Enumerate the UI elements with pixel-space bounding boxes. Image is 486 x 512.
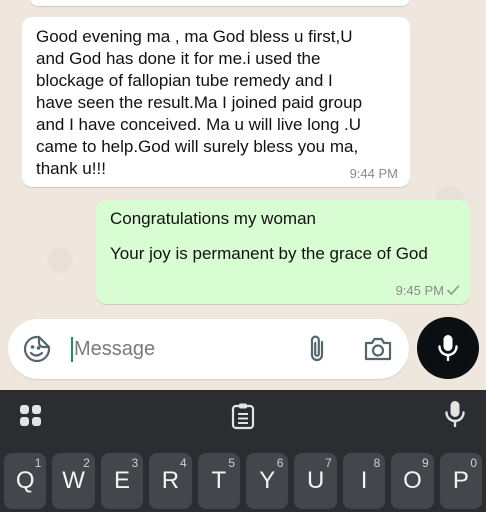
key-label: O bbox=[403, 467, 422, 494]
incoming-message[interactable]: Good evening ma , ma God bless u first,U… bbox=[22, 17, 410, 187]
key-number-hint: 2 bbox=[83, 456, 90, 470]
key-t[interactable]: 5T bbox=[197, 453, 241, 509]
key-e[interactable]: 3E bbox=[100, 453, 144, 509]
key-number-hint: 4 bbox=[179, 456, 187, 470]
voice-record-button[interactable] bbox=[417, 317, 479, 379]
key-label: Y bbox=[259, 467, 276, 494]
keyboard-toolbar bbox=[0, 390, 486, 442]
key-i[interactable]: 8I bbox=[342, 453, 386, 509]
clipboard-icon[interactable] bbox=[230, 402, 256, 430]
key-label: Q bbox=[15, 467, 35, 494]
key-number-hint: 3 bbox=[131, 456, 139, 470]
key-u[interactable]: 7U bbox=[294, 453, 337, 509]
key-number-hint: 9 bbox=[421, 456, 429, 470]
key-p[interactable]: 0P bbox=[439, 453, 483, 509]
message-input[interactable]: Message bbox=[74, 338, 155, 361]
key-number-hint: 0 bbox=[470, 456, 478, 470]
key-r[interactable]: 4R bbox=[149, 453, 192, 509]
key-label: R bbox=[161, 467, 180, 494]
key-label: E bbox=[114, 467, 131, 494]
microphone-icon bbox=[438, 335, 458, 362]
paperclip-icon[interactable] bbox=[305, 333, 329, 365]
outgoing-message-time: 9:45 PM bbox=[395, 283, 444, 298]
key-q[interactable]: 1Q bbox=[4, 453, 47, 509]
outgoing-message-line-2: Your joy is permanent by the grace of Go… bbox=[110, 244, 428, 263]
text-cursor bbox=[71, 337, 73, 362]
keyboard-microphone-icon[interactable] bbox=[443, 399, 467, 429]
message-composer[interactable]: Message bbox=[8, 319, 409, 379]
key-label: P bbox=[452, 467, 469, 494]
key-w[interactable]: 2W bbox=[52, 453, 95, 509]
key-number-hint: 6 bbox=[276, 456, 284, 470]
outgoing-message[interactable]: Congratulations my woman Your joy is per… bbox=[96, 200, 470, 304]
key-y[interactable]: 6Y bbox=[246, 453, 289, 509]
key-label: T bbox=[211, 467, 227, 494]
sticker-emoji-icon[interactable] bbox=[22, 334, 52, 364]
single-check-icon bbox=[447, 285, 460, 295]
key-number-hint: 5 bbox=[228, 456, 236, 470]
apps-grid-icon[interactable] bbox=[18, 403, 44, 429]
outgoing-message-line-1: Congratulations my woman bbox=[110, 209, 316, 228]
key-o[interactable]: 9O bbox=[391, 453, 434, 509]
keyboard-row-qwerty: 1Q 2W 3E 4R 5T 6Y 7U 8I 9O 0P bbox=[4, 453, 483, 512]
key-label: U bbox=[306, 467, 325, 494]
key-label: I bbox=[360, 467, 368, 494]
incoming-message-text: Good evening ma , ma God bless u first,U… bbox=[36, 27, 363, 178]
on-screen-keyboard[interactable]: 1Q 2W 3E 4R 5T 6Y 7U 8I 9O 0P bbox=[0, 390, 486, 512]
key-label: W bbox=[62, 467, 85, 494]
previous-message-bubble[interactable] bbox=[30, 0, 410, 6]
camera-icon[interactable] bbox=[363, 335, 393, 363]
key-number-hint: 7 bbox=[325, 456, 332, 470]
incoming-message-time: 9:44 PM bbox=[349, 166, 398, 181]
key-number-hint: 8 bbox=[373, 456, 381, 470]
key-number-hint: 1 bbox=[34, 456, 42, 470]
